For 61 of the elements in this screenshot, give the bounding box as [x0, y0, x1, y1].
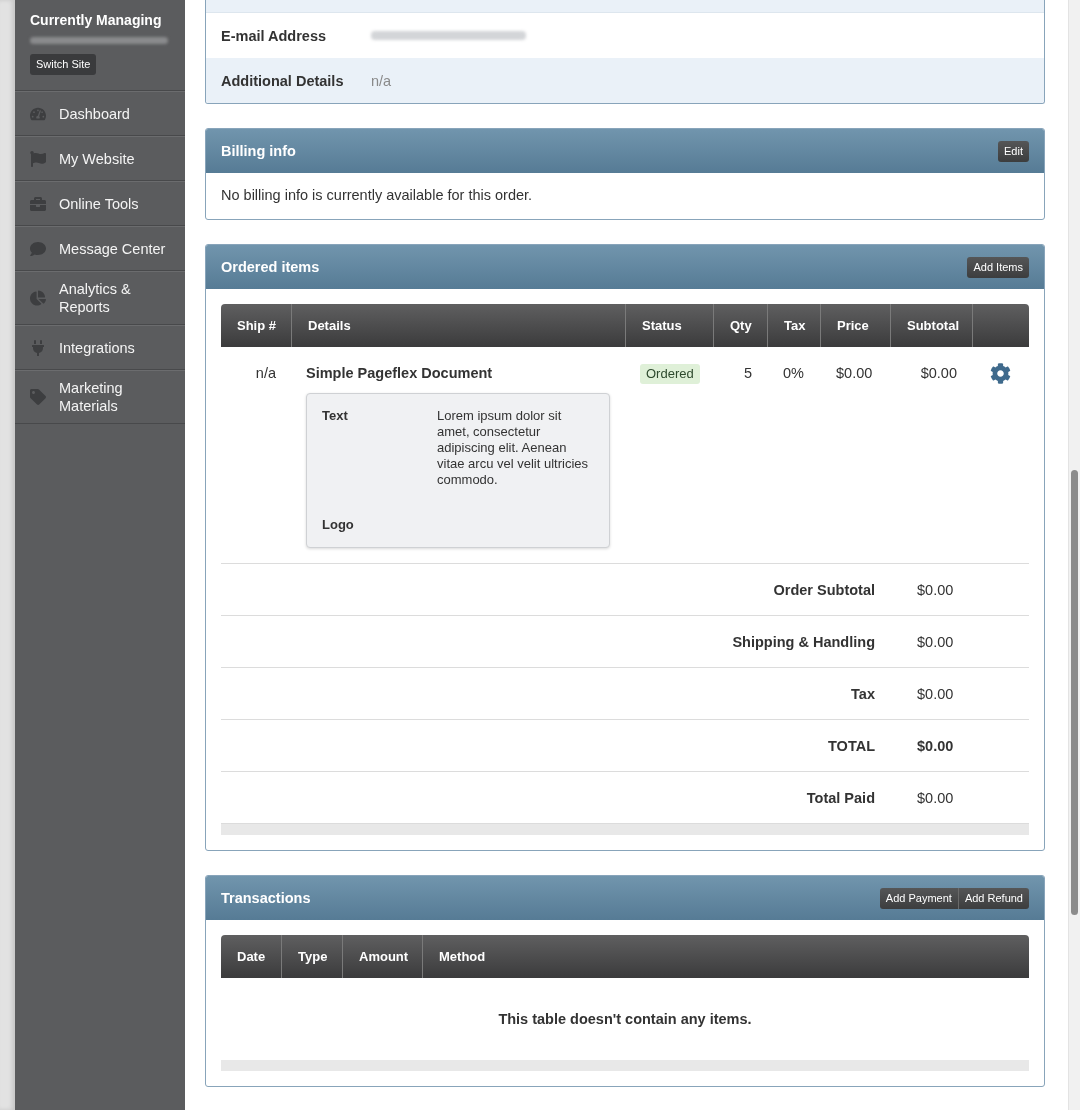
summary-label: Order Subtotal	[772, 581, 876, 598]
pie-chart-icon	[30, 290, 46, 306]
summary-value: $0.00	[916, 581, 955, 598]
table-cell-text: $0.00	[835, 364, 874, 383]
gauge-icon	[30, 105, 46, 122]
settings-icon[interactable]	[990, 363, 1011, 384]
sidebar-item[interactable]: Dashboard	[15, 91, 185, 136]
column-header: Type	[281, 935, 342, 978]
status-badge: Ordered	[640, 364, 700, 384]
panel-title: Transactions	[221, 890, 311, 906]
plug-icon	[30, 339, 46, 356]
billing-message: No billing info is currently available for this order.	[220, 186, 534, 205]
add-items-button[interactable]: Add Items	[967, 256, 1029, 278]
sidebar-item[interactable]: My Website	[15, 136, 185, 181]
field-value: Lorem ipsum dolor sit amet, consectetur adipiscing elit. Aenean vitae arcu vel velit ultricies commodo.	[437, 408, 589, 488]
sidebar-item[interactable]: Marketing Materials	[15, 370, 185, 424]
summary-label: Total Paid	[805, 789, 876, 806]
panel-title: Ordered items	[221, 259, 320, 275]
field-label: Text	[322, 408, 349, 425]
switch-site-button[interactable]: Switch Site	[30, 54, 97, 75]
empty-table-message: This table doesn't contain any items.	[498, 1011, 752, 1027]
flag-icon	[30, 150, 46, 167]
panel-title: Billing info	[221, 143, 296, 159]
detail-label: E-mail Address	[221, 27, 328, 44]
edit-button[interactable]: Edit	[998, 140, 1029, 162]
summary-label: Tax	[850, 685, 876, 702]
add-refund-button[interactable]: Add Refund	[957, 887, 1029, 909]
summary-value: $0.00	[916, 737, 955, 754]
table-cell-text: n/a	[254, 364, 277, 383]
site-heading: Currently Managing	[30, 12, 162, 29]
column-header: Date	[236, 948, 267, 966]
table-cell-text: 5	[742, 364, 753, 383]
sidebar-item[interactable]: Integrations	[15, 325, 185, 370]
summary-label: TOTAL	[827, 737, 876, 754]
add-payment-button[interactable]: Add Payment	[879, 887, 958, 909]
column-header: Status	[625, 304, 713, 347]
column-header: Amount	[342, 935, 422, 978]
column-header: Method	[422, 935, 1029, 978]
column-header: Qty	[713, 304, 767, 347]
table-cell-text: $0.00	[919, 364, 958, 383]
speech-bubble-icon	[30, 240, 46, 257]
column-header: Details	[291, 304, 625, 347]
column-header: Subtotal	[890, 304, 972, 347]
detail-label: Additional Details	[221, 72, 345, 89]
detail-value: n/a	[371, 72, 393, 89]
column-header: Ship #	[236, 317, 277, 335]
column-header: Tax	[767, 304, 820, 347]
column-header: Price	[820, 304, 890, 347]
sidebar-item[interactable]: Message Center	[15, 226, 185, 271]
item-name: Simple Pageflex Document	[306, 364, 493, 383]
scrollbar-thumb[interactable]	[1071, 470, 1078, 915]
summary-label: Shipping & Handling	[731, 633, 876, 650]
field-label: Logo	[322, 517, 355, 533]
sidebar-item[interactable]: Analytics & Reports	[15, 271, 185, 325]
tag-icon	[30, 389, 46, 405]
table-cell-text: 0%	[782, 364, 805, 383]
sidebar-item[interactable]: Online Tools	[15, 181, 185, 226]
summary-value: $0.00	[916, 633, 955, 650]
summary-value: $0.00	[916, 789, 955, 806]
briefcase-icon	[30, 195, 46, 212]
summary-value: $0.00	[916, 685, 955, 702]
